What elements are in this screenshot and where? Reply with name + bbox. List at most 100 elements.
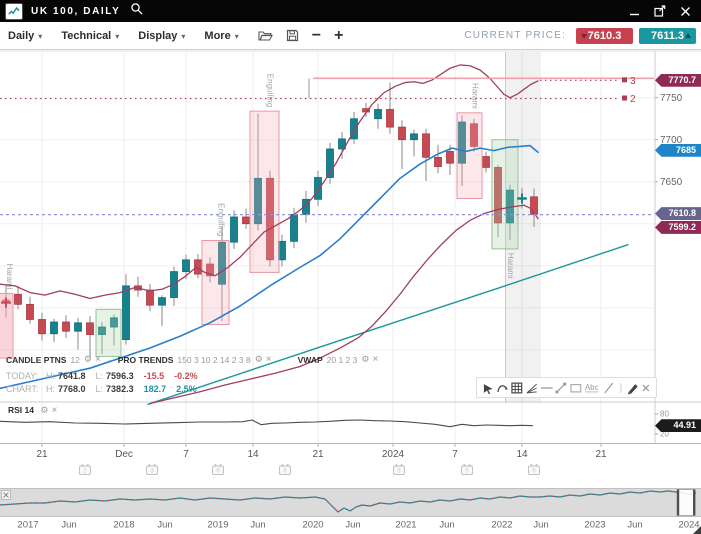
- remove-indicator-icon[interactable]: [369, 354, 378, 365]
- up-arrow-icon: [685, 33, 691, 38]
- candle-body: [39, 319, 46, 333]
- pattern-label: Harami: [506, 253, 515, 279]
- selection-handle[interactable]: [693, 490, 695, 516]
- menu-timeframe[interactable]: Daily: [8, 30, 42, 42]
- fan-lines-icon[interactable]: [525, 381, 539, 395]
- svg-text:Abc: Abc: [585, 382, 599, 391]
- candle-body: [63, 322, 70, 331]
- candle-body: [315, 178, 322, 200]
- curve-tool-icon[interactable]: [496, 381, 510, 395]
- current-price-label: CURRENT PRICE:: [464, 30, 566, 41]
- price-axis-badge: 7770.7: [655, 74, 701, 87]
- candle-body: [411, 134, 418, 140]
- pattern-label: Harami: [471, 83, 480, 109]
- x-axis-label: 21: [312, 449, 324, 460]
- overview-axis-label: Jun: [250, 520, 265, 531]
- gear-icon[interactable]: [36, 405, 48, 415]
- rsi-tick-label: 80: [660, 410, 669, 419]
- candle-body: [159, 298, 166, 306]
- bid-price-badge: 7610.3: [576, 28, 633, 44]
- candle-body: [435, 157, 442, 166]
- event-flag-pin: [396, 464, 398, 467]
- chart-stats-row: CHART: H:7768.0 L:7382.3 182.7 2.5%: [6, 384, 207, 394]
- chart-canvas[interactable]: HaramiEngulfingEngulfingHaramiHarami3277…: [0, 50, 701, 534]
- candle-body: [423, 134, 430, 158]
- gear-icon[interactable]: [251, 354, 263, 365]
- overview-axis-label: Jun: [439, 520, 454, 531]
- level-marker: [622, 96, 627, 101]
- x-axis-label: 7: [452, 449, 458, 460]
- candle-body: [183, 260, 190, 272]
- gear-icon[interactable]: [80, 354, 92, 365]
- remove-indicator-icon[interactable]: [92, 354, 101, 365]
- rectangle-tool-icon[interactable]: [569, 381, 583, 395]
- x-axis-label: 2024: [382, 449, 405, 460]
- menu-more[interactable]: More: [204, 30, 238, 42]
- event-flag-pin: [82, 464, 84, 467]
- overview-band: [0, 489, 701, 516]
- event-flag-pin: [149, 464, 151, 467]
- title-bar: UK 100, DAILY: [0, 0, 701, 22]
- selection-handle[interactable]: [677, 490, 679, 516]
- text-tool-icon[interactable]: Abc: [584, 381, 602, 395]
- remove-indicator-icon[interactable]: [263, 354, 272, 365]
- rsi-line: [0, 420, 533, 427]
- price-axis-badge: 7685: [655, 144, 701, 157]
- x-axis-label: 14: [247, 449, 259, 460]
- overview-axis-label: 2019: [207, 520, 228, 531]
- minimize-button[interactable]: [629, 6, 640, 17]
- overview-axis-label: Jun: [345, 520, 360, 531]
- grid-tool-icon[interactable]: [510, 381, 524, 395]
- event-flag-pin: [469, 464, 471, 467]
- ray-line-icon[interactable]: [602, 381, 616, 395]
- zoom-in-button[interactable]: +: [334, 28, 343, 44]
- cursor-icon[interactable]: [481, 381, 495, 395]
- trend-line-icon[interactable]: [554, 381, 568, 395]
- gear-icon[interactable]: [357, 354, 369, 365]
- candle-body: [75, 323, 82, 331]
- event-flag-pin: [215, 464, 217, 467]
- overview-axis-label: 2018: [113, 520, 134, 531]
- pattern-label: Engulfing: [266, 74, 275, 107]
- x-axis-label: 7: [183, 449, 189, 460]
- level-marker: [622, 77, 627, 82]
- chart-toolbar: Daily Technical Display More − + CURRENT…: [0, 22, 701, 50]
- close-button[interactable]: [680, 6, 691, 17]
- event-flag-pin: [287, 464, 289, 467]
- resize-handle[interactable]: [693, 526, 701, 534]
- level-label: 3: [630, 76, 636, 87]
- pattern-box: [457, 113, 482, 199]
- candle-body: [399, 127, 406, 140]
- open-folder-icon[interactable]: [258, 29, 273, 42]
- y-tick-label: 7750: [660, 93, 683, 104]
- indicator-candle-ptns: CANDLE PTNS: [6, 355, 66, 365]
- event-flag-pin: [154, 464, 156, 467]
- candle-body: [123, 286, 130, 340]
- event-flag-pin: [87, 464, 89, 467]
- horizontal-line-icon[interactable]: [540, 381, 554, 395]
- pencil-icon[interactable]: [626, 381, 640, 395]
- search-icon[interactable]: [130, 2, 143, 20]
- save-icon[interactable]: [286, 29, 299, 42]
- level-label: 2: [630, 94, 636, 105]
- close-toolbar-icon[interactable]: [640, 381, 652, 395]
- overview-axis-label: Jun: [627, 520, 642, 531]
- pattern-box: [202, 241, 229, 325]
- down-arrow-icon: [581, 34, 587, 39]
- overview-axis-label: 2020: [302, 520, 323, 531]
- event-flag-pin: [401, 464, 403, 467]
- popout-button[interactable]: [654, 5, 666, 17]
- menu-display[interactable]: Display: [138, 30, 185, 42]
- remove-indicator-icon[interactable]: [48, 405, 57, 415]
- y-tick-label: 7650: [660, 177, 683, 188]
- pattern-box: [492, 140, 518, 249]
- overview-axis-label: Jun: [157, 520, 172, 531]
- price-axis-badge: 7610.8: [655, 207, 701, 220]
- event-flag-pin: [536, 464, 538, 467]
- x-axis-label: Dec: [115, 449, 133, 460]
- overview-selection[interactable]: [678, 490, 694, 516]
- chart-window: UK 100, DAILY Daily Technical Display Mo…: [0, 0, 701, 534]
- menu-technical[interactable]: Technical: [61, 30, 119, 42]
- overview-axis-label: 2021: [395, 520, 416, 531]
- zoom-out-button[interactable]: −: [312, 28, 321, 44]
